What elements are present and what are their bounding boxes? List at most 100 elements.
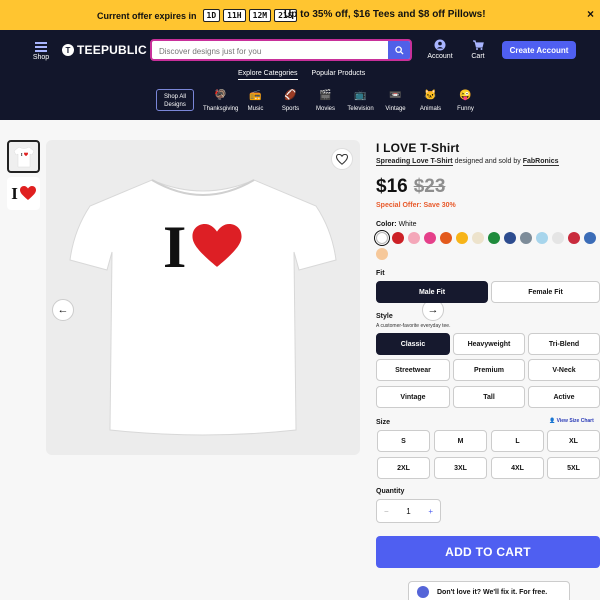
style-premium-button[interactable]: Premium <box>453 359 525 381</box>
radio-icon: 📻 <box>249 89 262 101</box>
color-label-text: Color: <box>376 221 397 228</box>
turkey-icon: 🦃 <box>214 89 227 101</box>
heart-icon <box>19 186 36 200</box>
color-swatch[interactable] <box>488 232 500 244</box>
design-name-link[interactable]: Spreading Love T-Shirt <box>376 158 453 166</box>
shop-all-designs-button[interactable]: Shop All Designs <box>156 89 194 111</box>
promo-banner: Current offer expires in 1D 11H 12M 21S … <box>0 0 600 30</box>
color-swatch[interactable] <box>456 232 468 244</box>
color-swatch[interactable] <box>392 232 404 244</box>
special-offer: Special Offer: Save 30% <box>376 202 456 209</box>
size-chart-link[interactable]: 👤 View Size Chart <box>549 418 594 424</box>
color-swatch[interactable] <box>520 232 532 244</box>
shop-menu-button[interactable]: Shop <box>31 40 51 61</box>
category-vintage[interactable]: 📼 Vintage <box>378 87 413 113</box>
guarantee-banner: Don't love it? We'll fix it. For free. <box>408 581 570 600</box>
size-s-button[interactable]: S <box>377 430 430 452</box>
tab-explore-categories[interactable]: Explore Categories <box>238 70 298 80</box>
account-icon <box>425 39 455 53</box>
size-2xl-button[interactable]: 2XL <box>377 457 430 479</box>
category-label: Sports <box>281 106 300 112</box>
fit-female-button[interactable]: Female Fit <box>491 281 600 303</box>
style-triblend-button[interactable]: Tri-Blend <box>528 333 600 355</box>
color-swatch[interactable] <box>408 232 420 244</box>
size-3xl-button[interactable]: 3XL <box>434 457 487 479</box>
size-l-button[interactable]: L <box>491 430 544 452</box>
thumbnail-design[interactable]: I <box>7 177 40 210</box>
account-label: Account <box>427 53 453 60</box>
color-swatch[interactable] <box>424 232 436 244</box>
style-heavyweight-button[interactable]: Heavyweight <box>453 333 525 355</box>
cart-button[interactable]: Cart <box>466 39 490 60</box>
color-swatch[interactable] <box>376 248 388 260</box>
thumbnail-tshirt[interactable]: I <box>7 140 40 173</box>
shop-label: Shop <box>32 54 50 61</box>
logo-icon: T <box>62 44 74 56</box>
fit-male-button[interactable]: Male Fit <box>376 281 488 303</box>
add-to-cart-button[interactable]: ADD TO CART <box>376 536 600 568</box>
category-label: Thanksgiving <box>203 106 239 112</box>
style-vintage-button[interactable]: Vintage <box>376 386 450 408</box>
account-button[interactable]: Account <box>425 39 455 60</box>
category-movies[interactable]: 🎬 Movies <box>308 87 343 113</box>
artist-link[interactable]: FabRonics <box>522 158 559 166</box>
size-4xl-button[interactable]: 4XL <box>491 457 544 479</box>
size-chart-text: View Size Chart <box>556 418 594 424</box>
product-byline: Spreading Love T-Shirt designed and sold… <box>376 158 559 166</box>
tshirt-illustration <box>69 179 337 436</box>
cassette-icon: 📼 <box>389 89 402 101</box>
arrow-right-icon: → <box>427 304 439 316</box>
promo-prefix: Current offer expires in <box>97 10 197 21</box>
category-funny[interactable]: 😜 Funny <box>448 87 483 113</box>
price-block: $16 $23 <box>376 176 445 198</box>
teepublic-logo[interactable]: T TEEPUBLIC <box>62 43 147 57</box>
size-xl-button[interactable]: XL <box>547 430 600 452</box>
style-tall-button[interactable]: Tall <box>453 386 525 408</box>
style-streetwear-button[interactable]: Streetwear <box>376 359 450 381</box>
original-price: $23 <box>413 176 446 197</box>
logo-text: TEEPUBLIC <box>77 43 147 57</box>
size-m-button[interactable]: M <box>434 430 487 452</box>
category-thanksgiving[interactable]: 🦃 Thanksgiving <box>203 87 239 113</box>
search-button[interactable] <box>388 41 410 59</box>
color-swatch[interactable] <box>584 232 596 244</box>
cart-label: Cart <box>471 53 485 60</box>
category-label: Television <box>347 106 374 112</box>
timer-hours: 11H <box>223 9 246 22</box>
color-swatches <box>374 230 600 260</box>
tab-popular-products[interactable]: Popular Products <box>312 70 366 80</box>
color-value: White <box>398 221 417 228</box>
favorite-button[interactable] <box>331 148 353 170</box>
style-classic-button[interactable]: Classic <box>376 333 450 355</box>
quantity-increase-button[interactable]: + <box>428 507 433 516</box>
color-swatch[interactable] <box>536 232 548 244</box>
designed-by-text: designed and sold by <box>454 158 521 165</box>
category-music[interactable]: 📻 Music <box>238 87 273 113</box>
style-vneck-button[interactable]: V-Neck <box>528 359 600 381</box>
color-swatch[interactable] <box>568 232 580 244</box>
quantity-value[interactable]: 1 <box>406 507 410 516</box>
football-icon: 🏈 <box>284 89 297 101</box>
size-5xl-button[interactable]: 5XL <box>547 457 600 479</box>
close-icon[interactable]: × <box>587 7 594 21</box>
quantity-decrease-button[interactable]: − <box>384 507 389 516</box>
guarantee-text: Don't love it? We'll fix it. For free. <box>437 588 548 596</box>
category-label: Music <box>247 106 264 112</box>
product-title: I LOVE T-Shirt <box>376 141 460 155</box>
color-swatch[interactable] <box>440 232 452 244</box>
category-animals[interactable]: 🐱 Animals <box>413 87 448 113</box>
color-swatch[interactable] <box>504 232 516 244</box>
category-television[interactable]: 📺 Television <box>343 87 378 113</box>
search-input[interactable] <box>152 42 382 61</box>
create-account-button[interactable]: Create Account <box>502 41 576 59</box>
color-swatch[interactable] <box>472 232 484 244</box>
fit-label: Fit <box>376 270 385 277</box>
television-icon: 📺 <box>354 89 367 101</box>
style-active-button[interactable]: Active <box>528 386 600 408</box>
color-swatch[interactable] <box>374 230 390 246</box>
category-sports[interactable]: 🏈 Sports <box>273 87 308 113</box>
quantity-stepper: − 1 + <box>376 499 441 523</box>
promo-headline[interactable]: Up to 35% off, $16 Tees and $8 off Pillo… <box>284 9 486 20</box>
previous-image-button[interactable]: ← <box>52 299 74 321</box>
color-swatch[interactable] <box>552 232 564 244</box>
